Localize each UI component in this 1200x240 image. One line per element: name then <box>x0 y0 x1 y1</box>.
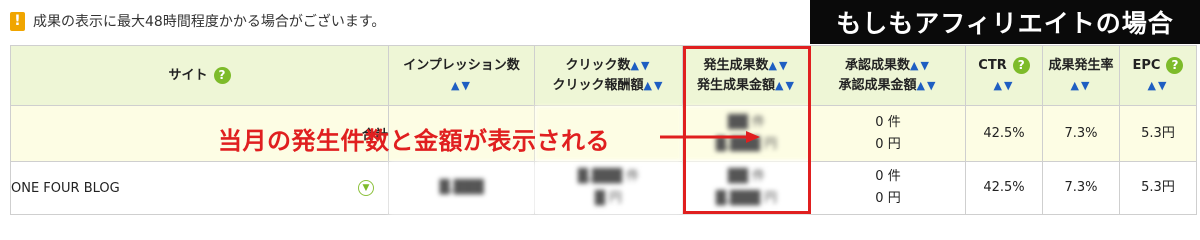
col-site-label: サイト <box>168 67 208 83</box>
site-epc: 5.3円 <box>1119 161 1197 215</box>
title-banner: もしもアフィリエイトの場合 <box>810 0 1200 44</box>
help-icon[interactable]: ? <box>1012 56 1030 74</box>
sort-arrows-icon[interactable]: ▲▼ <box>917 79 938 92</box>
site-ctr: 42.5% <box>965 161 1043 215</box>
col-gen-rate-label: 成果発生率 <box>1048 57 1114 73</box>
col-clicks-label: クリック数 <box>565 57 631 73</box>
total-approved-amount: 0 円 <box>875 136 901 152</box>
site-approved-cell: 0 件 0 円 <box>810 161 966 215</box>
sort-arrows-icon[interactable]: ▲▼ <box>644 79 665 92</box>
table-row: ONE FOUR BLOG ▼ █,███ █,███ 件 █ 円 ██ 件 █,█… <box>10 161 1197 215</box>
col-gen-rate: 成果発生率 ▲▼ <box>1042 45 1120 106</box>
sort-arrows-icon[interactable]: ▲▼ <box>389 76 534 96</box>
sort-arrows-icon[interactable]: ▲▼ <box>966 76 1042 96</box>
sort-arrows-icon[interactable]: ▲▼ <box>910 59 931 72</box>
help-icon[interactable]: ? <box>1166 56 1184 74</box>
site-name-cell[interactable]: ONE FOUR BLOG ▼ <box>10 161 389 215</box>
col-epc-label: EPC <box>1132 57 1161 73</box>
help-icon[interactable]: ? <box>213 66 231 84</box>
col-ctr-label: CTR <box>978 57 1007 73</box>
warning-icon: ! <box>10 11 25 31</box>
col-site: サイト? <box>10 45 389 106</box>
notice-bar: ! 成果の表示に最大48時間程度かかる場合がございます。 <box>10 8 385 34</box>
col-approved-count-label: 承認成果数 <box>845 57 911 73</box>
sort-arrows-icon[interactable]: ▲▼ <box>1120 76 1196 96</box>
site-approved-count: 0 件 <box>875 169 901 184</box>
col-approved-amount-label: 承認成果金額 <box>838 77 917 93</box>
total-gen-rate: 7.3% <box>1042 105 1120 162</box>
col-impressions: インプレッション数 ▲▼ <box>388 45 535 106</box>
total-approved-count: 0 件 <box>875 114 901 130</box>
col-clicks: クリック数▲▼ クリック報酬額▲▼ <box>534 45 683 106</box>
site-approved-amount: 0 円 <box>875 191 901 206</box>
col-impressions-label: インプレッション数 <box>403 57 520 73</box>
notice-text: 成果の表示に最大48時間程度かかる場合がございます。 <box>33 14 386 30</box>
site-impressions-cell: █,███ <box>388 161 535 215</box>
annotation-text: 当月の発生件数と金額が表示される <box>218 127 610 155</box>
site-clicks-cell: █,███ 件 █ 円 <box>534 161 683 215</box>
highlight-box <box>683 46 811 214</box>
sort-arrows-icon[interactable]: ▲▼ <box>631 59 652 72</box>
col-approved: 承認成果数▲▼ 承認成果金額▲▼ <box>810 45 966 106</box>
col-click-reward-label: クリック報酬額 <box>552 77 644 93</box>
total-approved-cell: 0 件 0 円 <box>810 105 966 162</box>
site-gen-rate: 7.3% <box>1042 161 1120 215</box>
total-ctr: 42.5% <box>965 105 1043 162</box>
total-epc: 5.3円 <box>1119 105 1197 162</box>
col-ctr: CTR? ▲▼ <box>965 45 1043 106</box>
chevron-down-icon[interactable]: ▼ <box>358 180 374 196</box>
col-epc: EPC? ▲▼ <box>1119 45 1197 106</box>
sort-arrows-icon[interactable]: ▲▼ <box>1043 76 1119 96</box>
site-name[interactable]: ONE FOUR BLOG <box>11 181 120 196</box>
